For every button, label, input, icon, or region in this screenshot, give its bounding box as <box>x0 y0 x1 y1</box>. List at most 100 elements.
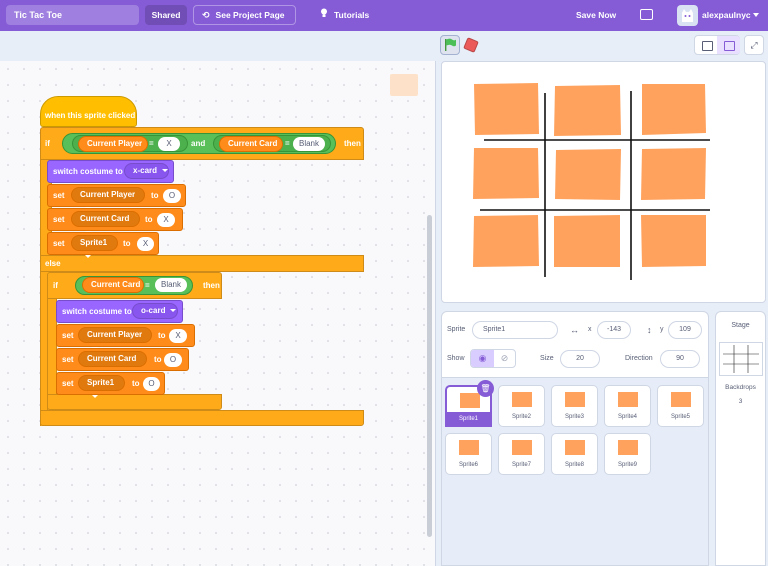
current-card-reporter[interactable]: Current Card <box>219 136 283 152</box>
shared-button[interactable]: Shared <box>145 5 187 25</box>
value-o-field[interactable]: O <box>143 377 160 391</box>
y-label: y <box>660 326 664 333</box>
value-x-field[interactable]: X <box>137 237 154 251</box>
caret-down-icon[interactable] <box>753 13 759 17</box>
project-title-input[interactable]: Tic Tac Toe <box>6 5 139 25</box>
value-o-field[interactable]: O <box>163 189 181 203</box>
to-label: to <box>132 379 140 388</box>
if-else-bottom <box>40 410 364 426</box>
stage-selector[interactable]: Stage Backdrops 3 <box>715 311 766 566</box>
sprite-tile-name: Sprite6 <box>458 462 478 468</box>
hat-label: when this sprite clicked <box>45 111 136 120</box>
to-label: to <box>154 355 162 364</box>
folder-icon[interactable] <box>640 9 653 20</box>
current-card-label: Current Card <box>87 354 137 363</box>
costume-dropdown[interactable]: x-card <box>124 163 169 179</box>
show-label: Show <box>447 355 465 362</box>
y-position-input[interactable]: 109 <box>668 321 702 339</box>
sprite-thumbnail <box>671 392 691 407</box>
sprite-tile[interactable]: Sprite9 <box>604 433 651 475</box>
x-position-input[interactable]: -143 <box>597 321 631 339</box>
sprite-thumbnail <box>512 392 532 407</box>
lightbulb-icon <box>321 8 327 17</box>
sprite-label: Sprite <box>447 326 466 333</box>
sprite-thumbnail <box>459 440 479 455</box>
switch-costume-label: switch costume to <box>53 167 123 176</box>
sprite-tile[interactable]: Sprite2 <box>498 385 545 427</box>
variable-dropdown[interactable]: Current Player <box>71 187 145 211</box>
sprite-tile-name: Sprite5 <box>670 414 690 420</box>
sprite-tile-name: Sprite9 <box>617 462 637 468</box>
stage-canvas[interactable] <box>441 61 766 303</box>
current-card-reporter[interactable]: Current Card <box>82 277 144 293</box>
sprite-thumbnail <box>618 392 638 407</box>
switch-costume-label: switch costume to <box>62 307 132 316</box>
save-now-button[interactable]: Save Now <box>576 5 616 25</box>
tutorials-button[interactable]: Tutorials <box>320 5 369 25</box>
cat-avatar-icon <box>682 9 693 22</box>
fullscreen-icon[interactable]: ⤢ <box>744 35 764 55</box>
menu-bar: Tic Tac Toe Shared ⟲ See Project Page Tut… <box>0 0 768 31</box>
sprite-tile[interactable]: Sprite4 <box>604 385 651 427</box>
variable-dropdown[interactable]: Current Card <box>71 211 140 235</box>
see-project-page-button[interactable]: ⟲ See Project Page <box>193 5 296 25</box>
direction-input[interactable]: 90 <box>660 350 700 368</box>
current-player-label: Current Player <box>87 330 143 339</box>
sprite-tile[interactable]: Sprite5 <box>657 385 704 427</box>
sprite-name-input[interactable]: Sprite1 <box>472 321 558 339</box>
sprite-thumbnail <box>565 440 585 455</box>
value-x-field[interactable]: X <box>158 137 180 151</box>
size-input[interactable]: 20 <box>560 350 600 368</box>
costume-x-label: x-card <box>133 166 158 175</box>
then-label: then <box>203 281 220 290</box>
tutorials-label: Tutorials <box>334 10 370 20</box>
workspace-scrollbar[interactable] <box>427 215 432 537</box>
sprite-thumbnail <box>512 440 532 455</box>
green-flag-icon[interactable] <box>440 35 460 55</box>
tic-tac-toe-board <box>473 83 710 280</box>
costume-dropdown[interactable]: o-card <box>132 303 178 319</box>
remix-icon: ⟲ <box>202 10 210 20</box>
size-label: Size <box>540 355 554 362</box>
costume-o-label: o-card <box>141 306 166 315</box>
small-stage-icon[interactable] <box>695 36 718 54</box>
see-project-page-label: See Project Page <box>215 10 285 20</box>
value-blank-field[interactable]: Blank <box>155 278 187 292</box>
hat-block[interactable]: when this sprite clicked <box>40 96 137 127</box>
caret-down-icon <box>85 255 91 259</box>
caret-down-icon <box>170 309 177 313</box>
sprite-tile-name: Sprite3 <box>564 414 584 420</box>
variable-dropdown[interactable]: Sprite1 <box>71 235 118 259</box>
sprite-tile-name: Sprite8 <box>564 462 584 468</box>
sprite-tile[interactable]: Sprite7 <box>498 433 545 475</box>
value-x-field[interactable]: X <box>169 329 187 343</box>
value-x-field[interactable]: X <box>157 213 175 227</box>
normal-stage-icon[interactable] <box>717 36 740 54</box>
workspace-comment[interactable] <box>390 74 418 96</box>
value-o-field[interactable]: O <box>164 353 182 367</box>
sprite-tile[interactable]: Sprite6 <box>445 433 492 475</box>
trash-icon[interactable]: 🗑 <box>477 380 494 397</box>
sprite1-label: Sprite1 <box>80 238 108 247</box>
eye-closed-icon[interactable]: ⊘ <box>494 350 515 367</box>
sprite-tile[interactable]: Sprite8 <box>551 433 598 475</box>
code-header-strip <box>0 31 436 61</box>
variable-dropdown[interactable]: Sprite1 <box>78 375 125 399</box>
username-label[interactable]: alexpaulnyc <box>702 5 751 25</box>
variable-dropdown[interactable]: Current Card <box>78 351 147 375</box>
then-label: then <box>344 139 361 148</box>
avatar[interactable] <box>677 5 698 26</box>
x-label: x <box>588 326 592 333</box>
current-card-label: Current Card <box>80 214 130 223</box>
sprite-tile[interactable]: Sprite3 <box>551 385 598 427</box>
set-label: set <box>62 379 74 388</box>
visibility-toggle: ◉ ⊘ <box>470 349 516 368</box>
value-blank-field[interactable]: Blank <box>293 137 325 151</box>
if-bottom <box>47 394 222 410</box>
set-label: set <box>62 331 74 340</box>
eye-icon[interactable]: ◉ <box>471 350 494 367</box>
flag-shape <box>445 38 456 51</box>
and-label: and <box>191 139 206 148</box>
variable-dropdown[interactable]: Current Player <box>78 327 152 351</box>
current-player-reporter[interactable]: Current Player <box>78 136 148 152</box>
